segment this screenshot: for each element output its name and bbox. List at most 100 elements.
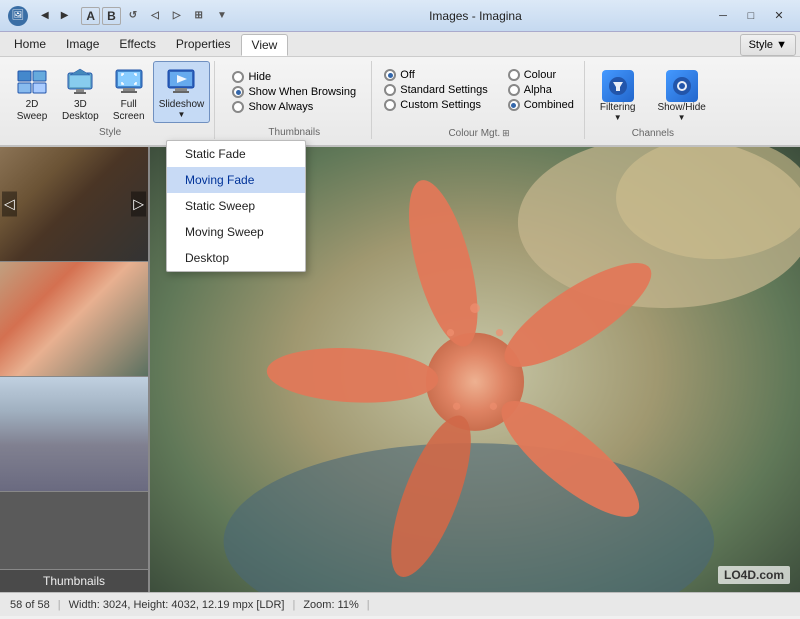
slideshow-button[interactable]: Slideshow ▼ xyxy=(153,61,211,123)
thumbnails-label: Thumbnails xyxy=(43,574,105,588)
combined-radio[interactable] xyxy=(508,99,520,111)
watermark: LO4D.com xyxy=(718,566,790,584)
refresh-button[interactable]: ↺ xyxy=(123,7,143,25)
undo-button[interactable]: ◁ xyxy=(145,7,165,25)
status-dimensions: Width: 3024, Height: 4032, 12.19 mpx [LD… xyxy=(69,599,285,611)
thumbnail-list: ◁ ▷ xyxy=(0,147,148,569)
menu-bar: Home Image Effects Properties View Style… xyxy=(0,32,800,57)
full-screen-button[interactable]: FullScreen xyxy=(107,61,151,127)
action-a-button[interactable]: A xyxy=(81,7,100,25)
3d-desktop-button[interactable]: 3DDesktop xyxy=(56,61,105,127)
combined-label: Combined xyxy=(524,99,574,111)
show-always-option[interactable]: Show Always xyxy=(232,101,356,113)
2d-sweep-button[interactable]: 2DSweep xyxy=(10,61,54,127)
colour-mgt-label: Colour Mgt. ⊞ xyxy=(374,128,584,139)
hide-radio[interactable] xyxy=(232,71,244,83)
thumb-starfish-image xyxy=(0,262,148,376)
thumbnail-item-2[interactable] xyxy=(0,262,148,377)
style-buttons: 2DSweep 3DDesktop xyxy=(10,61,210,127)
title-bar: 🖼 ◀ ▶ A B ↺ ◁ ▷ ⊞ ▼ Images - Imagina ─ □… xyxy=(0,0,800,32)
standard-option[interactable]: Standard Settings xyxy=(384,84,487,96)
menu-home[interactable]: Home xyxy=(4,34,56,56)
show-hide-button[interactable]: Show/Hide ▼ xyxy=(648,65,714,127)
3d-desktop-icon xyxy=(64,65,96,97)
content-area: ◁ ▷ Thumbnails xyxy=(0,147,800,592)
colour-option[interactable]: Colour xyxy=(508,69,574,81)
status-bar: 58 of 58 | Width: 3024, Height: 4032, 12… xyxy=(0,592,800,616)
show-radio-group: Hide Show When Browsing Show Always xyxy=(226,67,362,117)
off-label: Off xyxy=(400,69,414,81)
desktop-item[interactable]: Desktop xyxy=(167,245,305,271)
filtering-button[interactable]: Filtering ▼ xyxy=(591,65,645,127)
redo-button[interactable]: ▷ xyxy=(167,7,187,25)
window-controls: ─ □ ✕ xyxy=(710,6,792,26)
colour-mgt-group: Off Standard Settings Custom Settings Co… xyxy=(374,61,585,139)
full-screen-icon xyxy=(113,65,145,97)
show-always-radio[interactable] xyxy=(232,101,244,113)
colour-left-radio: Off Standard Settings Custom Settings xyxy=(378,65,493,115)
combined-option[interactable]: Combined xyxy=(508,99,574,111)
style-dropdown-button[interactable]: Style ▼ xyxy=(740,34,796,56)
thumbnail-panel: ◁ ▷ Thumbnails xyxy=(0,147,150,592)
slideshow-dropdown-menu: Static Fade Moving Fade Static Sweep Mov… xyxy=(166,140,306,272)
window-title: Images - Imagina xyxy=(241,9,710,23)
moving-fade-item[interactable]: Moving Fade xyxy=(167,167,305,193)
nav-forward-button[interactable]: ▶ xyxy=(56,7,74,24)
style-group-label: Style xyxy=(6,127,214,139)
thumb-nav-next-button[interactable]: ▷ xyxy=(131,192,146,217)
toolbar-actions: A B ↺ ◁ ▷ ⊞ ▼ xyxy=(81,7,232,25)
status-zoom: Zoom: 11% xyxy=(303,599,358,611)
slideshow-label: Slideshow xyxy=(159,99,205,110)
colour-label: Colour xyxy=(524,69,556,81)
ribbon-toolbar: 2DSweep 3DDesktop xyxy=(0,57,800,145)
thumbnail-item-3[interactable] xyxy=(0,377,148,492)
menu-view[interactable]: View xyxy=(241,34,289,56)
colour-radio[interactable] xyxy=(508,69,520,81)
menu-properties[interactable]: Properties xyxy=(166,34,241,56)
show-hide-label: Show/Hide xyxy=(657,102,705,113)
thumb-building-image xyxy=(0,377,148,491)
static-fade-item[interactable]: Static Fade xyxy=(167,141,305,167)
standard-label: Standard Settings xyxy=(400,84,487,96)
ribbon: Home Image Effects Properties View Style… xyxy=(0,32,800,147)
maximize-button[interactable]: □ xyxy=(738,6,764,26)
hide-option[interactable]: Hide xyxy=(232,71,356,83)
hide-label: Hide xyxy=(248,71,271,83)
show-group-label: Thumbnails xyxy=(217,127,371,139)
custom-label: Custom Settings xyxy=(400,99,481,111)
minimize-button[interactable]: ─ xyxy=(710,6,736,26)
off-option[interactable]: Off xyxy=(384,69,487,81)
slideshow-dropdown-arrow: ▼ xyxy=(178,110,186,119)
channels-group: Filtering ▼ Show/Hide ▼ Channels xyxy=(587,61,719,139)
thumbnail-item-1[interactable]: ◁ ▷ xyxy=(0,147,148,262)
static-sweep-item[interactable]: Static Sweep xyxy=(167,193,305,219)
thumb-animal-image xyxy=(0,147,148,261)
filtering-icon xyxy=(602,70,634,102)
show-browsing-option[interactable]: Show When Browsing xyxy=(232,86,356,98)
custom-radio[interactable] xyxy=(384,99,396,111)
close-button[interactable]: ✕ xyxy=(766,6,792,26)
custom-option[interactable]: Custom Settings xyxy=(384,99,487,111)
show-hide-icon xyxy=(666,70,698,102)
alpha-label: Alpha xyxy=(524,84,552,96)
more-button[interactable]: ▼ xyxy=(211,7,233,25)
show-browsing-label: Show When Browsing xyxy=(248,86,356,98)
show-group: Hide Show When Browsing Show Always Thum… xyxy=(217,61,372,139)
expand-button[interactable]: ⊞ xyxy=(189,7,209,25)
style-group: 2DSweep 3DDesktop xyxy=(6,61,215,139)
standard-radio[interactable] xyxy=(384,84,396,96)
moving-sweep-item[interactable]: Moving Sweep xyxy=(167,219,305,245)
nav-back-button[interactable]: ◀ xyxy=(36,7,54,24)
slideshow-icon xyxy=(165,65,197,97)
off-radio[interactable] xyxy=(384,69,396,81)
action-b-button[interactable]: B xyxy=(102,7,121,25)
alpha-option[interactable]: Alpha xyxy=(508,84,574,96)
thumb-nav-prev-button[interactable]: ◁ xyxy=(2,192,17,217)
menu-effects[interactable]: Effects xyxy=(109,34,165,56)
show-always-label: Show Always xyxy=(248,101,313,113)
filtering-label: Filtering xyxy=(600,102,636,113)
show-browsing-radio[interactable] xyxy=(232,86,244,98)
full-screen-label: FullScreen xyxy=(113,99,145,123)
alpha-radio[interactable] xyxy=(508,84,520,96)
menu-image[interactable]: Image xyxy=(56,34,109,56)
